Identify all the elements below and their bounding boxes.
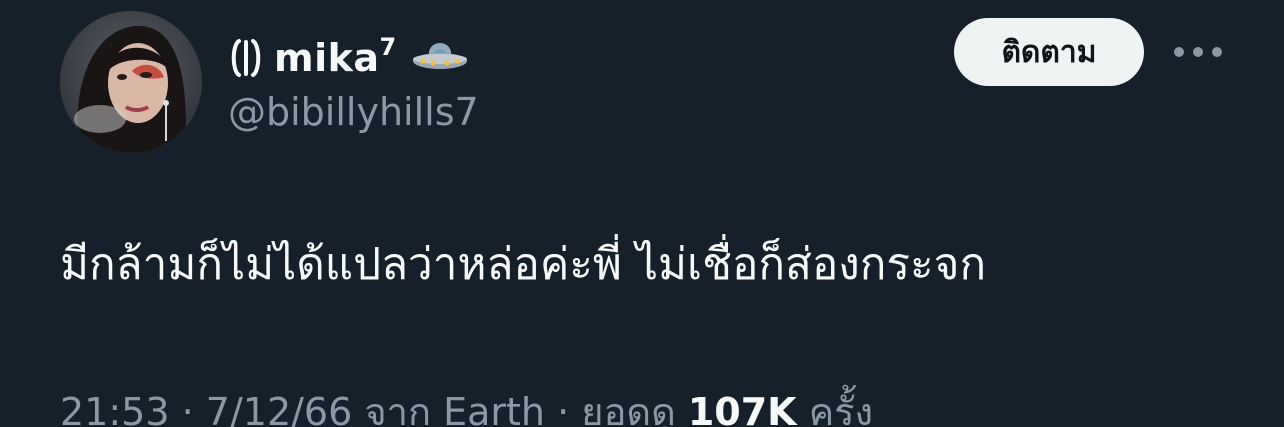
views-count[interactable]: 107K — [688, 390, 797, 427]
more-options-button[interactable] — [1168, 32, 1228, 72]
separator: · — [181, 390, 194, 427]
tweet-card: mika7 @bibillyhills7 ติดตาม มีกล้ามก็ไม่… — [0, 0, 1284, 427]
user-handle[interactable]: @bibillyhills7 — [228, 90, 479, 136]
avatar[interactable] — [60, 11, 202, 153]
tweet-time[interactable]: 21:53 — [60, 390, 170, 427]
source-prefix: จาก — [364, 390, 432, 427]
ufo-icon — [412, 43, 467, 69]
tweet-metadata: 21:53 · 7/12/66 จาก Earth · ยอดดู 107K ค… — [60, 390, 873, 427]
follow-button[interactable]: ติดตาม — [954, 18, 1144, 86]
views-label: ยอดดู — [581, 390, 676, 427]
tweet-source: Earth — [443, 390, 546, 427]
separator: · — [557, 390, 570, 427]
name-row[interactable]: mika7 — [228, 30, 469, 86]
tweet-text: มีกล้ามก็ไม่ได้แปลว่าหล่อค่ะพี่ ไม่เชื่อ… — [60, 239, 987, 290]
bracket-icon — [231, 39, 261, 77]
more-horizontal-icon — [1174, 47, 1222, 57]
display-name-superscript: 7 — [379, 33, 397, 61]
tweet-date[interactable]: 7/12/66 — [206, 390, 353, 427]
avatar-image — [60, 11, 202, 153]
views-suffix: ครั้ง — [808, 390, 874, 427]
display-name: mika7 — [274, 33, 397, 80]
